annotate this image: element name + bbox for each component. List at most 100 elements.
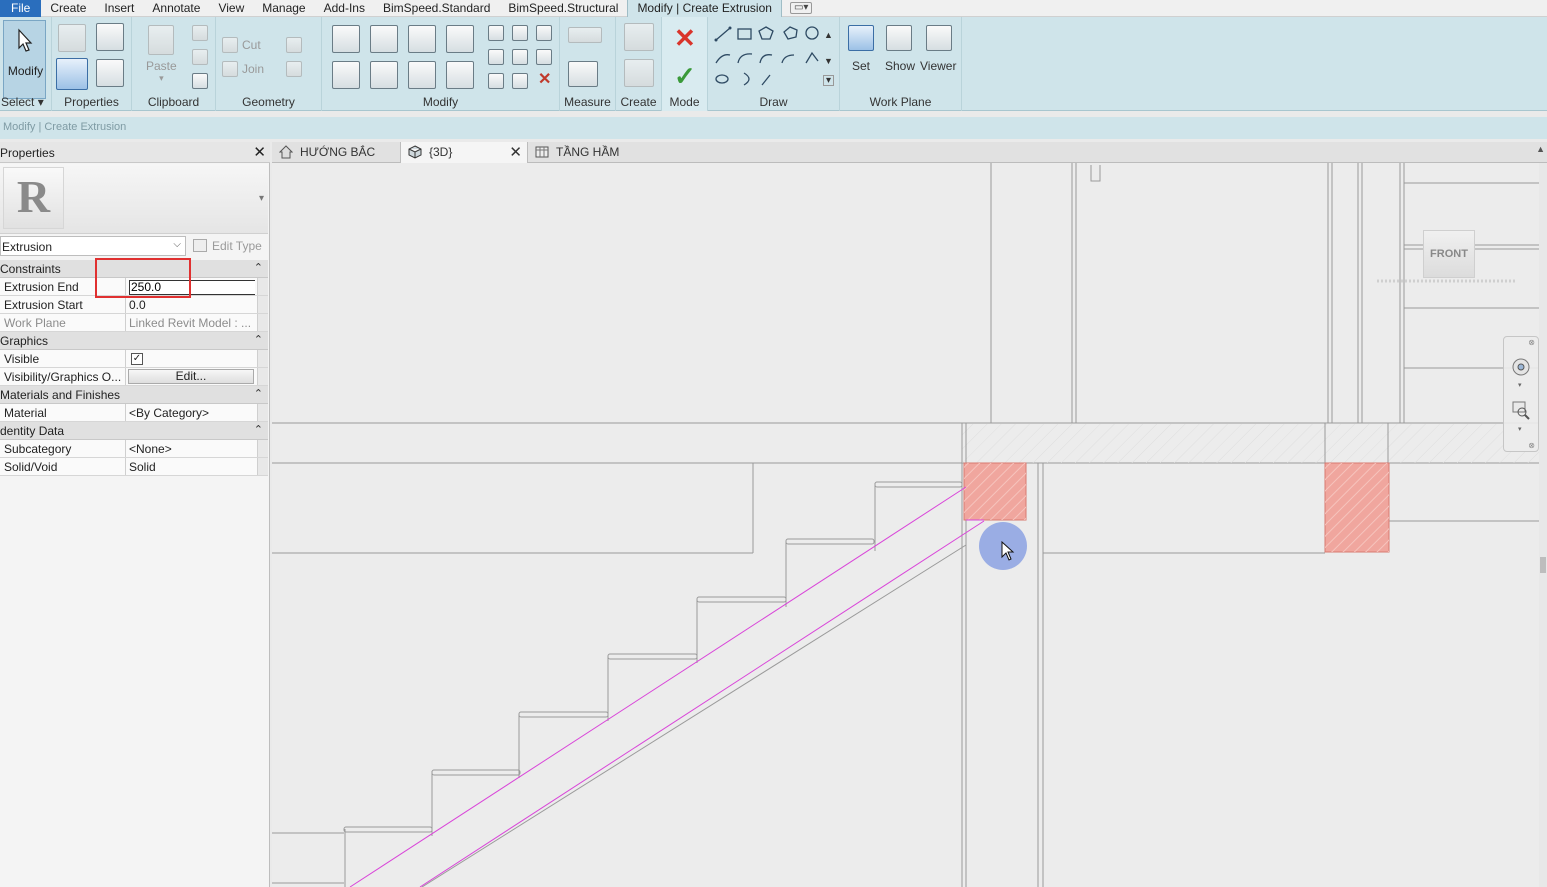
subcategory-value[interactable]: <None> xyxy=(127,440,255,457)
rotate-icon[interactable] xyxy=(408,61,436,89)
unpin-icon[interactable] xyxy=(536,25,552,41)
scale-icon[interactable] xyxy=(512,49,528,65)
work-plane-viewer-icon[interactable] xyxy=(926,25,952,51)
tabs-overflow-icon[interactable]: ▲ xyxy=(1536,144,1545,154)
paste-button[interactable]: Paste ▾ xyxy=(146,59,177,84)
set-work-plane-icon[interactable] xyxy=(848,25,874,51)
steering-wheel-icon[interactable] xyxy=(1511,357,1531,379)
nav-resize-icon[interactable]: ⊗ xyxy=(1528,441,1535,450)
collapse-icon[interactable]: ⌃ xyxy=(254,423,263,436)
menu-bimspeed-structural[interactable]: BimSpeed.Structural xyxy=(499,0,627,17)
visible-checkbox[interactable]: ✓ xyxy=(131,353,143,365)
properties-icon[interactable] xyxy=(56,58,88,90)
collapse-icon[interactable]: ⌃ xyxy=(254,387,263,400)
visibility-graphics-edit-button[interactable]: Edit... xyxy=(128,369,254,384)
draw-tools-icons[interactable] xyxy=(708,17,840,93)
scrollbar-thumb[interactable] xyxy=(1540,557,1546,573)
paint-icon[interactable] xyxy=(286,37,302,53)
trim-single-icon[interactable] xyxy=(512,73,528,89)
join-geometry-button[interactable]: Join xyxy=(242,62,264,76)
chevron-down-icon[interactable]: ▾ xyxy=(259,193,264,204)
copy-icon[interactable] xyxy=(370,61,398,89)
viewcube[interactable]: FRONT xyxy=(1423,230,1475,278)
draw-scroll-up-icon[interactable]: ▲ xyxy=(824,27,833,43)
group-materials-label: Materials and Finishes xyxy=(0,388,121,402)
close-icon[interactable]: ✕ xyxy=(253,143,266,161)
cut-geometry-button[interactable]: Cut xyxy=(242,38,261,52)
cut-label: Cut xyxy=(242,38,261,52)
menu-insert[interactable]: Insert xyxy=(95,0,143,17)
menu-manage[interactable]: Manage xyxy=(253,0,314,17)
collapse-icon[interactable]: ⌃ xyxy=(254,333,263,346)
chevron-down-icon[interactable]: ▾ xyxy=(1518,381,1522,389)
menu-view[interactable]: View xyxy=(209,0,253,17)
modify-button[interactable]: Modify xyxy=(3,20,46,99)
delete-icon[interactable]: ✕ xyxy=(538,72,551,88)
mirror-draw-axis-icon[interactable] xyxy=(446,25,474,53)
offset-icon[interactable] xyxy=(370,25,398,53)
close-icon[interactable]: ⊗ xyxy=(1528,338,1535,347)
menu-annotate[interactable]: Annotate xyxy=(143,0,209,17)
menu-add-ins[interactable]: Add-Ins xyxy=(315,0,374,17)
mirror-axis-icon[interactable] xyxy=(408,25,436,53)
cut-clipboard-icon[interactable] xyxy=(192,25,208,41)
split-gap-icon[interactable] xyxy=(512,25,528,41)
aligned-dimension-icon[interactable] xyxy=(568,61,598,87)
family-category-icon[interactable] xyxy=(96,23,124,51)
ribbon-options-dropdown-icon[interactable]: ▭▾ xyxy=(789,2,813,14)
trim-extend-icon[interactable] xyxy=(446,61,474,89)
array-icon[interactable] xyxy=(488,49,504,65)
align-icon[interactable] xyxy=(332,25,360,53)
collapse-icon[interactable]: ⌃ xyxy=(254,261,263,274)
edit-type-button[interactable]: Edit Type xyxy=(190,236,266,256)
type-properties-icon[interactable] xyxy=(96,59,124,87)
split-element-icon[interactable] xyxy=(488,25,504,41)
cancel-edit-mode-icon[interactable]: ✕ xyxy=(674,25,696,51)
measure-distance-icon[interactable] xyxy=(568,27,602,43)
pin-icon[interactable] xyxy=(536,49,552,65)
cut-geometry-icon[interactable] xyxy=(222,37,238,53)
create-group-icon[interactable] xyxy=(624,59,654,87)
paste-icon[interactable] xyxy=(148,25,174,55)
join-geometry-icon[interactable] xyxy=(222,61,238,77)
extrusion-start-value[interactable]: 0.0 xyxy=(127,296,255,313)
work-plane-viewer-button[interactable]: Viewer xyxy=(920,59,956,73)
create-similar-icon[interactable] xyxy=(624,23,654,51)
copy-clipboard-icon[interactable] xyxy=(192,49,208,65)
menu-create[interactable]: Create xyxy=(41,0,95,17)
tab-huong-bac[interactable]: HƯỚNG BẮC xyxy=(272,142,400,163)
draw-scroll-down-icon[interactable]: ▼ xyxy=(824,53,833,69)
drawing-canvas[interactable] xyxy=(272,163,1547,887)
canvas-vertical-scrollbar[interactable] xyxy=(1539,163,1547,887)
tab-3d[interactable]: {3D} ✕ xyxy=(400,142,528,163)
draw-expand-icon[interactable]: ▾ xyxy=(823,75,834,86)
3d-view-icon xyxy=(408,145,422,159)
match-properties-icon[interactable] xyxy=(192,73,208,89)
zoom-icon[interactable] xyxy=(1512,401,1532,421)
group-materials[interactable]: Materials and Finishes ⌃ xyxy=(0,386,268,404)
menu-file[interactable]: File xyxy=(0,0,42,17)
chevron-down-icon[interactable]: ⌵ xyxy=(173,239,181,250)
type-selector-preview[interactable]: R ▾ xyxy=(0,164,268,234)
show-work-plane-icon[interactable] xyxy=(886,25,912,51)
finish-edit-mode-icon[interactable]: ✓ xyxy=(674,63,696,89)
group-identity-data[interactable]: dentity Data ⌃ xyxy=(0,422,268,440)
close-icon[interactable]: ✕ xyxy=(509,143,522,161)
show-work-plane-button[interactable]: Show xyxy=(885,59,915,73)
select-dropdown[interactable]: Select ▾ xyxy=(0,95,51,109)
element-filter-dropdown[interactable]: Extrusion ⌵ xyxy=(0,236,186,256)
group-identity-label: dentity Data xyxy=(0,424,65,438)
move-icon[interactable] xyxy=(332,61,360,89)
chevron-down-icon[interactable]: ▾ xyxy=(1518,425,1522,433)
family-types-icon[interactable] xyxy=(58,24,86,52)
split-face-icon[interactable] xyxy=(286,61,302,77)
trim-multiple-icon[interactable] xyxy=(488,73,504,89)
tab-tang-ham[interactable]: TẦNG HẦM xyxy=(528,142,648,163)
solid-void-value[interactable]: Solid xyxy=(127,458,255,475)
menu-bimspeed-standard[interactable]: BimSpeed.Standard xyxy=(374,0,499,17)
set-work-plane-button[interactable]: Set xyxy=(852,59,870,73)
model-drawing[interactable] xyxy=(272,163,1547,887)
material-value[interactable]: <By Category> xyxy=(127,404,255,421)
group-graphics[interactable]: Graphics ⌃ xyxy=(0,332,268,350)
menu-modify-create-extrusion[interactable]: Modify | Create Extrusion xyxy=(627,0,782,17)
